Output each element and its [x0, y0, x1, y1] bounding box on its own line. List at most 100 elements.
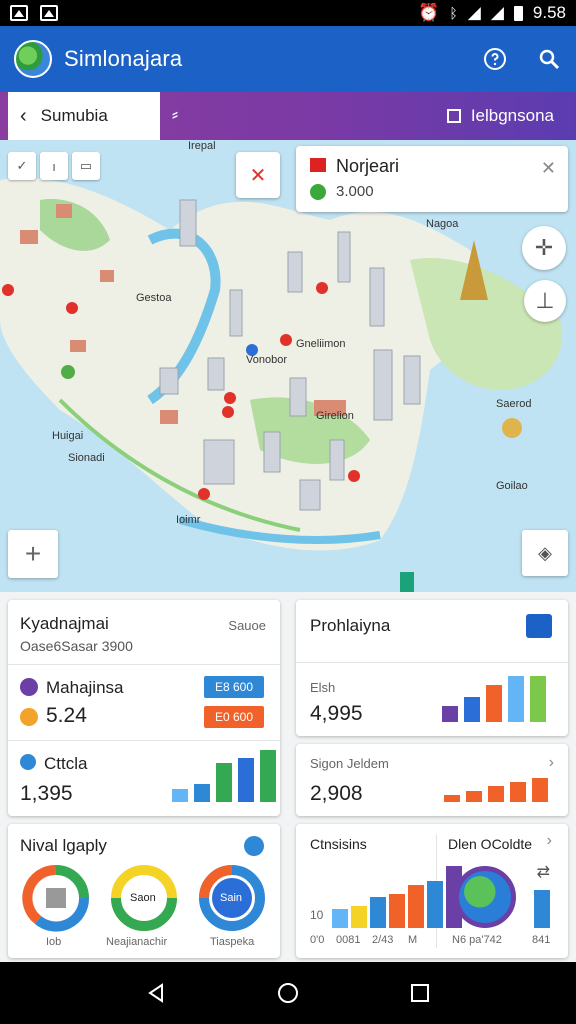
card-action[interactable]: Sauoe — [228, 618, 266, 633]
compass-icon[interactable]: ✛ — [522, 226, 566, 270]
bar — [464, 697, 480, 722]
home-nav-icon[interactable] — [268, 973, 308, 1013]
filter-small-icon[interactable]: ⇄ — [537, 862, 550, 882]
sort-icon[interactable]: ı — [40, 152, 68, 180]
donut-inner-label: Saon — [130, 892, 156, 904]
card-label: Elsh — [310, 680, 336, 695]
back-nav-icon[interactable] — [136, 973, 176, 1013]
map-label-vonobor: Vonobor — [246, 354, 287, 366]
back-icon[interactable]: ‹ — [20, 105, 27, 128]
divider — [8, 740, 280, 741]
globe-chart-icon — [454, 866, 516, 928]
row1-badge[interactable]: E8 600 — [204, 676, 264, 698]
place-value: 3.000 — [336, 183, 374, 200]
bar — [508, 676, 524, 722]
place-card[interactable]: Norjeari 3.000 ✕ — [296, 146, 568, 212]
search-tab[interactable]: ‹ Sumubia — [8, 92, 160, 140]
layers-icon[interactable]: ◈ — [522, 530, 568, 576]
bar — [172, 789, 188, 802]
chevron-right-icon[interactable]: › — [549, 754, 554, 772]
bar — [351, 906, 367, 928]
row2-value: 5.24 — [46, 704, 87, 727]
donut-inner-label: Sain — [220, 892, 243, 904]
stats-card[interactable]: Kyadnajmai Sauoe Oase6Sasar 3900 Mahajin… — [8, 600, 280, 816]
screen: ⏰ ᛒ ◢ ◢ 9.58 Simlonajara ‹ Sumubia ⸗ Iel… — [0, 0, 576, 1024]
x-axis-label: M — [408, 934, 418, 946]
close-icon[interactable]: ✕ — [541, 158, 556, 179]
alarm-icon: ⏰ — [418, 3, 440, 22]
help-icon[interactable] — [482, 46, 508, 72]
row2-badge[interactable]: E0 600 — [204, 706, 264, 728]
map-label-gneliimon: Gneliimon — [296, 338, 346, 350]
wifi-icon: ◢ — [467, 3, 481, 22]
chevron-right-icon[interactable]: › — [547, 832, 552, 850]
bar — [427, 881, 443, 928]
gallery-icon — [10, 5, 28, 21]
app-bar: Simlonajara — [0, 26, 576, 92]
card-subtitle: Oase6Sasar 3900 — [20, 638, 133, 654]
map-view[interactable]: ✓ ı ▭ ✕ Norjeari 3.000 ✕ ✛ ⊥ + ◈ Irepal … — [0, 140, 576, 592]
filter-icon[interactable]: ⸗ — [172, 104, 178, 125]
crosshair-icon[interactable]: ✕ — [236, 152, 280, 198]
bar — [389, 894, 405, 928]
donut-label: Iob — [46, 936, 62, 948]
card-right-title: Dlen OColdte — [448, 836, 533, 852]
x-axis-label: 0'0 — [310, 934, 325, 946]
chart-card[interactable]: Ctnsisins Dlen OColdte › 10 0'0 0081 2/4… — [296, 824, 568, 958]
bar — [332, 909, 348, 928]
route-icon[interactable]: ✓ — [8, 152, 36, 180]
map-toolbar: ✓ ı ▭ — [8, 152, 100, 180]
recents-nav-icon[interactable] — [400, 973, 440, 1013]
zoom-in-icon[interactable]: + — [8, 530, 58, 578]
bar — [370, 897, 386, 928]
bar — [532, 778, 548, 802]
map-label-goilao: Goilao — [496, 480, 528, 492]
card-value: 2,908 — [310, 782, 363, 805]
app-title: Simlonajara — [64, 46, 183, 71]
chart-right-label: N6 pa'742 — [452, 934, 502, 946]
x-axis-label: 2/43 — [372, 934, 394, 946]
card-title: Kyadnajmai — [20, 614, 109, 633]
row3-label: Cttcla — [44, 754, 88, 773]
donut-card[interactable]: Nival lgaply Saon Sain Iob Neajianachir … — [8, 824, 280, 958]
y-axis-label: 10 — [310, 908, 324, 922]
map-label-huigai: Huigai — [52, 430, 84, 442]
chat-icon[interactable]: ▭ — [72, 152, 100, 180]
image-icon — [40, 5, 58, 21]
purple-dot-icon — [20, 678, 38, 696]
battery-icon — [513, 5, 523, 21]
tab-right-label: Ielbgnsona — [470, 106, 554, 125]
map-label-gestoa: Gestoa — [136, 292, 172, 304]
status-bar: ⏰ ᛒ ◢ ◢ 9.58 — [0, 0, 576, 26]
map-label-irepal: Irepal — [188, 140, 216, 152]
bookmark-icon[interactable] — [526, 614, 552, 638]
donut-label: Tiaspeka — [210, 936, 255, 948]
profile-card[interactable]: Prohlaiyna Elsh 4,995 — [296, 600, 568, 736]
bar — [194, 784, 210, 802]
search-icon[interactable] — [536, 46, 562, 72]
bar — [486, 685, 502, 722]
tag-icon — [446, 109, 461, 123]
bar — [442, 706, 458, 722]
card-value: 4,995 — [310, 702, 363, 725]
orange-dot-icon — [20, 708, 38, 726]
globe-icon[interactable] — [14, 40, 52, 78]
bar — [444, 795, 460, 802]
bar — [238, 758, 254, 802]
tab-ielbgnsona[interactable]: Ielbgnsona — [446, 92, 554, 140]
signal-icon: ◢ — [490, 3, 504, 22]
card-title: Ctnsisins — [310, 836, 367, 852]
x-axis-label: 0081 — [336, 934, 361, 946]
trend-card[interactable]: Sigon Jeldem › 2,908 — [296, 744, 568, 816]
card-label: Sigon Jeldem — [310, 756, 389, 771]
bar — [488, 786, 504, 802]
row3-value: 1,395 — [20, 782, 73, 805]
donut-label: Neajianachir — [106, 936, 168, 948]
refresh-icon[interactable] — [244, 836, 264, 856]
map-label-ioimr: Ioimr — [176, 514, 201, 526]
location-icon[interactable]: ⊥ — [524, 280, 566, 322]
status-time: 9.58 — [532, 3, 566, 22]
divider — [296, 662, 568, 663]
bar — [510, 782, 526, 802]
divider — [8, 664, 280, 665]
